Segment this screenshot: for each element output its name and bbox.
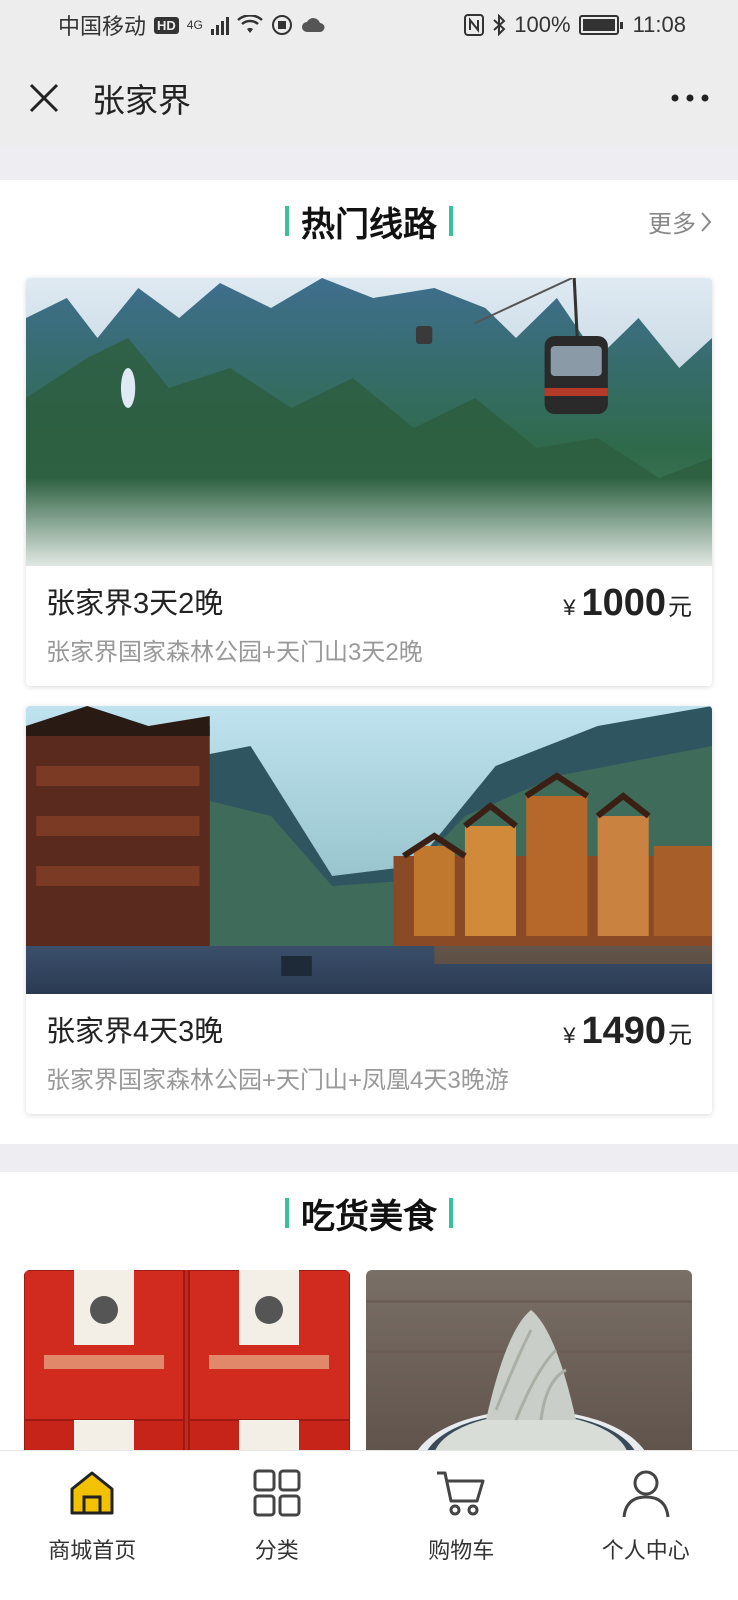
close-button[interactable] (24, 78, 64, 118)
tab-home[interactable]: 商城首页 (0, 1451, 185, 1600)
tab-label: 分类 (254, 1538, 299, 1563)
price-unit: 元 (668, 594, 692, 621)
signal-icon (210, 15, 229, 35)
title-accent-left (285, 206, 289, 236)
price-currency: ¥ (563, 1023, 576, 1048)
food-item-dried-tea[interactable] (366, 1270, 692, 1450)
user-icon (622, 1470, 670, 1518)
price-amount: 1000 (581, 582, 666, 624)
route-card[interactable]: 张家界3天2晚 张家界国家森林公园+天门山3天2晚 ¥ 1000 元 (26, 278, 712, 686)
hot-routes-title: 热门线路 (301, 205, 437, 244)
section-title: 热门线路 (285, 197, 453, 246)
route-card[interactable]: 张家界4天3晚 张家界国家森林公园+天门山+凤凰4天3晚游 ¥ 1490 元 (26, 706, 712, 1114)
food-photo-tea-bowl (366, 1270, 692, 1450)
title-accent-right (449, 1198, 453, 1228)
price-unit: 元 (668, 1022, 692, 1049)
title-accent-right (449, 206, 453, 236)
hot-routes-section: 热门线路 更多 张家界3天2晚 张家界国家森林公园+天门山3天2晚 ¥ 1000… (0, 180, 738, 1144)
food-item-tea-gift-box[interactable] (24, 1270, 350, 1450)
notification-icon (271, 15, 292, 35)
route-price: ¥ 1490 元 (563, 1010, 692, 1053)
route-description: 张家界国家森林公园+天门山+凤凰4天3晚游 (46, 1067, 509, 1094)
tab-label: 商城首页 (48, 1538, 137, 1563)
route-info: 张家界3天2晚 张家界国家森林公园+天门山3天2晚 ¥ 1000 元 (26, 566, 712, 686)
more-link-label: 更多 (648, 211, 696, 238)
food-section: 吃货美食 (0, 1172, 738, 1450)
close-icon (29, 83, 59, 113)
nfc-icon (464, 14, 485, 36)
wifi-icon (236, 15, 263, 33)
bluetooth-icon (493, 14, 506, 36)
tab-category[interactable]: 分类 (185, 1451, 370, 1600)
food-header: 吃货美食 (24, 1172, 714, 1254)
tab-profile[interactable]: 个人中心 (554, 1451, 738, 1600)
tab-label: 个人中心 (601, 1538, 690, 1563)
route-price: ¥ 1000 元 (563, 582, 692, 625)
status-bar: 中国移动 HD 4G 100% 11:08 (0, 0, 738, 50)
tab-label: 购物车 (428, 1538, 495, 1563)
more-routes-link[interactable]: 更多 (648, 204, 712, 239)
price-currency: ¥ (563, 595, 576, 620)
cloud-icon (301, 18, 325, 32)
clock: 11:08 (632, 12, 686, 37)
route-description: 张家界国家森林公园+天门山3天2晚 (46, 639, 423, 666)
network-type: 4G (186, 18, 203, 32)
food-title: 吃货美食 (301, 1197, 437, 1236)
grid-icon (253, 1469, 301, 1517)
food-grid (24, 1270, 714, 1450)
route-photo-fenghuang-town (26, 706, 712, 994)
route-photo-mountain-cablecar (26, 278, 712, 566)
section-title: 吃货美食 (285, 1189, 453, 1238)
hd-badge: HD (154, 16, 179, 34)
status-left: 中国移动 HD 4G (58, 9, 325, 41)
page-content: 热门线路 更多 张家界3天2晚 张家界国家森林公园+天门山3天2晚 ¥ 1000… (0, 146, 738, 1450)
home-icon (70, 1471, 114, 1515)
title-accent-left (285, 1198, 289, 1228)
hot-routes-header: 热门线路 更多 (26, 180, 712, 262)
page-title: 张家界 (92, 82, 191, 119)
battery-percent: 100% (514, 12, 571, 37)
price-amount: 1490 (581, 1010, 666, 1052)
battery-icon (578, 15, 623, 35)
more-dots-icon (671, 94, 709, 102)
food-photo-red-boxes (24, 1270, 350, 1450)
tab-cart[interactable]: 购物车 (369, 1451, 554, 1600)
carrier-name: 中国移动 (58, 14, 147, 39)
chevron-right-icon (701, 211, 712, 232)
cart-icon (437, 1471, 485, 1516)
status-right: 100% 11:08 (464, 12, 686, 38)
title-bar: 张家界 (0, 50, 738, 146)
bottom-tab-bar: 商城首页 分类 购物车 个人中心 (0, 1450, 738, 1600)
route-info: 张家界4天3晚 张家界国家森林公园+天门山+凤凰4天3晚游 ¥ 1490 元 (26, 994, 712, 1114)
more-options-button[interactable] (666, 78, 714, 118)
